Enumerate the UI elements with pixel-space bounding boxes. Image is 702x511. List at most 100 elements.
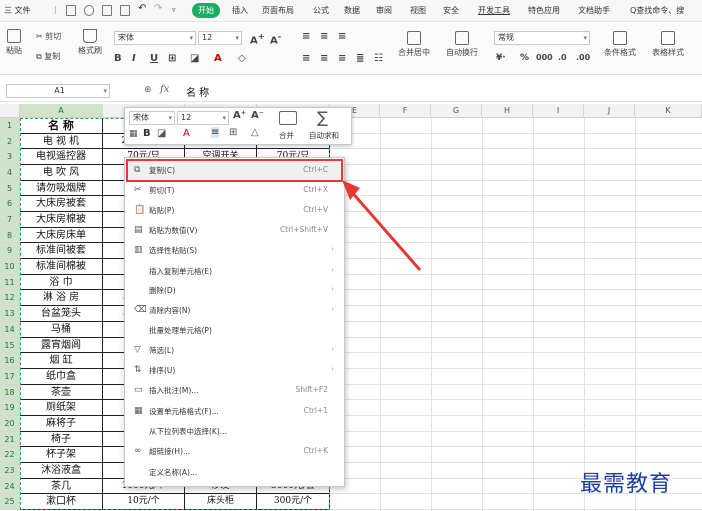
context-menu-item[interactable]: ▭ 插入批注(M)... Shift+F2 (125, 380, 344, 400)
distributed-icon[interactable]: ☷ (374, 53, 383, 64)
cell-a[interactable]: 大床房棉被 (20, 212, 103, 228)
font-size-select[interactable]: 12 ▾ (198, 31, 242, 45)
cell-a[interactable]: 纸巾盒 (20, 368, 103, 385)
context-menu-item[interactable]: ⇅ 排序(U) › (125, 360, 344, 380)
row-header[interactable]: 8 (0, 227, 20, 244)
cell-a[interactable]: 电 吹 风 (20, 165, 103, 181)
cell-a[interactable]: 大床房被套 (20, 196, 103, 213)
row-header[interactable]: 21 (0, 431, 20, 448)
column-header-j[interactable]: J (584, 104, 635, 118)
italic-icon[interactable]: I (132, 53, 136, 64)
cell-a[interactable]: 台盆笼头 (20, 306, 103, 322)
cut-button[interactable]: ✂ 剪切 (36, 31, 61, 42)
mini-font-size-select[interactable]: 12 ▾ (177, 111, 229, 125)
copy-button[interactable]: ⧉ 复制 (36, 51, 60, 62)
mini-font-name-select[interactable]: 宋体 ▾ (129, 111, 175, 125)
cell-a[interactable]: 椅子 (20, 431, 103, 448)
align-right-icon[interactable]: ≡ (338, 53, 346, 64)
row-header[interactable]: 22 (0, 447, 20, 463)
row-header[interactable]: 7 (0, 212, 20, 228)
tab-view[interactable]: 视图 (410, 5, 426, 16)
align-left-icon[interactable]: ≡ (302, 53, 310, 64)
undo-icon[interactable]: ↶ (138, 3, 146, 14)
fill-color-icon[interactable]: ◪ (190, 53, 199, 64)
context-menu-item[interactable]: ⌫ 清除内容(N) › (125, 300, 344, 320)
context-menu-item[interactable]: ∞ 超链接(H)... Ctrl+K (125, 441, 344, 461)
conditional-format-button[interactable]: 条件格式 (604, 31, 636, 58)
row-header[interactable]: 1 (0, 118, 20, 134)
paste-button[interactable]: 粘贴 (6, 29, 22, 56)
mini-autosum-label[interactable]: 自动求和 (309, 130, 339, 141)
cell-a[interactable]: 茶几 (20, 478, 103, 495)
wrap-text-button[interactable]: 自动换行 (446, 31, 478, 58)
cell-a[interactable]: 标准间棉被 (20, 259, 103, 275)
context-menu-item[interactable]: 📋 粘贴(P) Ctrl+V (125, 200, 344, 220)
row-header[interactable]: 25 (0, 494, 20, 510)
tab-developer[interactable]: 开发工具 (478, 5, 510, 16)
tab-review[interactable]: 审阅 (376, 5, 392, 16)
cell-a[interactable]: 请勿吸烟牌 (20, 180, 103, 197)
context-menu-item[interactable]: 从下拉列表中选择(K)... (125, 421, 344, 441)
cell-a[interactable]: 漱口杯 (20, 494, 103, 510)
row-header[interactable]: 14 (0, 321, 20, 338)
border-icon[interactable]: ⊞ (168, 53, 176, 64)
clear-format-icon[interactable]: ◇ (238, 53, 246, 64)
font-grow-icon[interactable]: A+ (250, 31, 265, 46)
tab-start[interactable]: 开始 (192, 3, 220, 18)
row-header[interactable]: 15 (0, 337, 20, 354)
cell-a[interactable]: 沐浴液盒 (20, 462, 103, 479)
cell[interactable]: 床头柜 (185, 494, 257, 510)
cell[interactable]: 10元/个 (103, 494, 185, 510)
formula-input[interactable]: 名 称 (186, 84, 209, 99)
context-menu-item[interactable]: 插入复制单元格(E) › (125, 261, 344, 281)
column-header-g[interactable]: G (431, 104, 482, 118)
name-box[interactable]: A1 ▾ (6, 84, 110, 98)
column-header-k[interactable]: K (635, 104, 702, 118)
cell-a[interactable]: 标准间被套 (20, 243, 103, 260)
row-header[interactable]: 18 (0, 384, 20, 401)
mini-border-icon[interactable]: ⊞ (229, 127, 237, 138)
tab-security[interactable]: 安全 (443, 5, 459, 16)
decrease-decimal-icon[interactable]: .00 (576, 53, 590, 62)
print-preview-icon[interactable] (120, 5, 130, 16)
row-header[interactable]: 5 (0, 180, 20, 197)
column-header-i[interactable]: I (533, 104, 584, 118)
mini-font-shrink-icon[interactable]: A⁻ (251, 110, 264, 121)
row-header[interactable]: 2 (0, 133, 20, 150)
row-header[interactable]: 12 (0, 290, 20, 307)
row-header[interactable]: 23 (0, 462, 20, 479)
tab-doc-assistant[interactable]: 文档助手 (578, 5, 610, 16)
row-header[interactable]: 17 (0, 368, 20, 385)
context-menu-item[interactable]: 定义名称(A)... (125, 462, 344, 482)
percent-icon[interactable]: % (520, 53, 529, 63)
row-header[interactable]: 16 (0, 353, 20, 369)
mini-sum-icon[interactable]: ∑ (317, 108, 328, 127)
publish-icon[interactable] (84, 5, 94, 16)
font-shrink-icon[interactable]: A- (270, 31, 281, 46)
row-header[interactable]: 13 (0, 306, 20, 322)
zoom-icon[interactable]: ⊕ (144, 85, 152, 95)
quick-access-dropdown-icon[interactable]: ▿ (172, 6, 176, 14)
align-top-icon[interactable]: ≡ (302, 31, 310, 42)
align-middle-icon[interactable]: ≡ (320, 31, 328, 42)
cell[interactable]: 300元/个 (257, 494, 330, 510)
tab-formulas[interactable]: 公式 (313, 5, 329, 16)
bold-icon[interactable]: B (114, 53, 122, 64)
context-menu-item[interactable]: 批量处理单元格(P) (125, 320, 344, 340)
tab-insert[interactable]: 插入 (232, 5, 248, 16)
context-menu-item[interactable]: ✂ 剪切(T) Ctrl+X (125, 180, 344, 200)
mini-clear-icon[interactable]: △ (251, 127, 259, 138)
cell-a[interactable]: 露宵烟闾 (20, 337, 103, 354)
row-header[interactable]: 20 (0, 415, 20, 432)
row-header[interactable]: 4 (0, 165, 20, 181)
cell-a[interactable]: 电 视 机 (20, 133, 103, 150)
row-header[interactable]: 11 (0, 274, 20, 291)
mini-fill-color-icon[interactable]: ◪ (157, 128, 166, 139)
row-header[interactable]: 24 (0, 478, 20, 495)
mini-bold-button[interactable]: B (143, 128, 151, 139)
column-header-f[interactable]: F (380, 104, 431, 118)
align-bottom-icon[interactable]: ≡ (338, 31, 346, 42)
font-color-icon[interactable]: A (214, 53, 222, 64)
mini-font-grow-icon[interactable]: A⁺ (233, 110, 246, 121)
table-style-button[interactable]: 表格样式 (652, 31, 684, 58)
